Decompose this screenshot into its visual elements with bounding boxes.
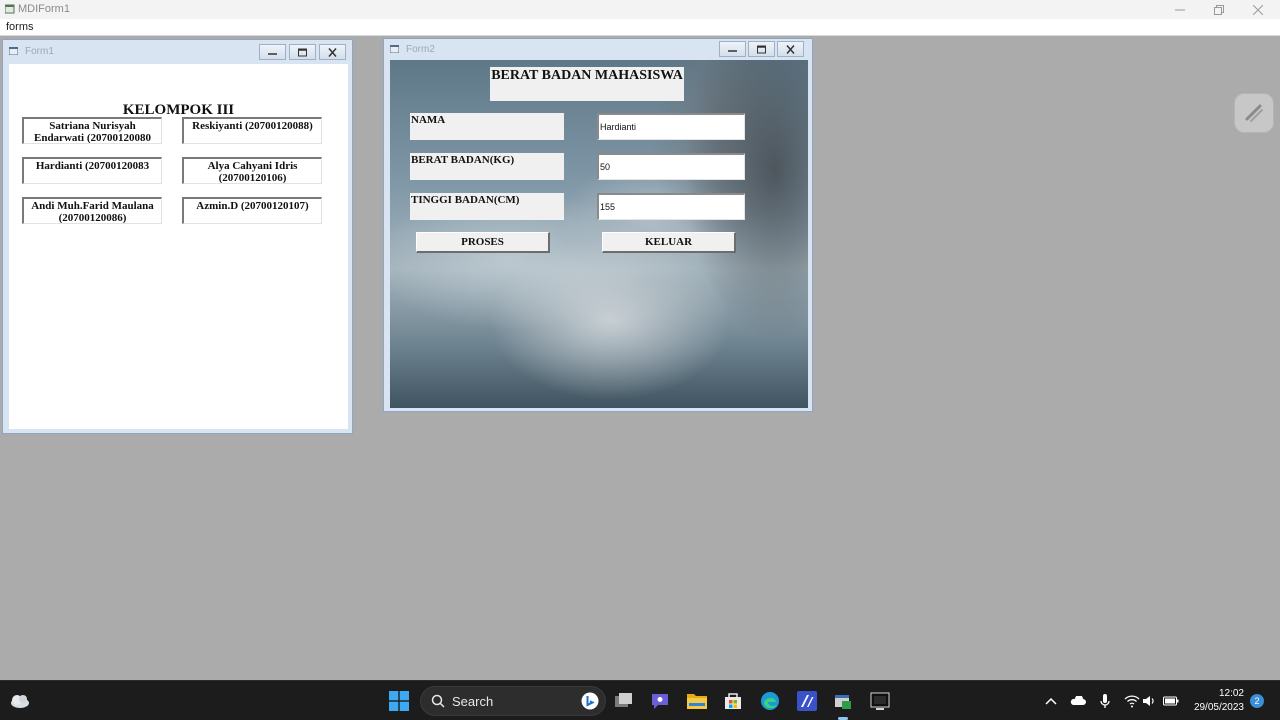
search-placeholder: Search	[452, 694, 494, 709]
form2-minimize-button[interactable]	[719, 41, 746, 57]
pen-icon	[1245, 104, 1263, 122]
taskbar: Search 12:02 29/05/2023 2	[0, 680, 1280, 720]
wifi-tray[interactable]	[1124, 693, 1140, 709]
microphone-icon	[1100, 694, 1110, 708]
bing-icon	[581, 692, 599, 710]
height-field[interactable]	[597, 193, 745, 220]
visual-studio-icon	[797, 691, 817, 711]
form2-maximize-button[interactable]	[748, 41, 775, 57]
microsoft-store-icon	[725, 693, 741, 709]
member-label: Azmin.D (20700120107)	[182, 197, 322, 224]
name-field[interactable]	[597, 113, 745, 140]
minimize-icon	[1175, 9, 1185, 10]
wifi-icon	[1124, 695, 1140, 708]
form1-close-button[interactable]	[319, 44, 346, 60]
form2-window: Form2 BERAT BADAN MAHASISWA NAMA BERAT B…	[383, 38, 813, 412]
menu-bar: forms	[0, 19, 1280, 36]
clock-time[interactable]: 12:02	[1198, 688, 1244, 699]
form2-heading: BERAT BADAN MAHASISWA	[490, 67, 684, 101]
form1-minimize-button[interactable]	[259, 44, 286, 60]
show-hidden-icons-button[interactable]	[1043, 693, 1059, 709]
battery-tray[interactable]	[1163, 693, 1179, 709]
weather-widget[interactable]	[8, 689, 32, 713]
teams-chat-icon	[652, 694, 668, 709]
form-icon	[9, 47, 18, 55]
minimize-icon	[728, 49, 737, 52]
mdi-title: MDIForm1	[18, 3, 70, 15]
minimize-icon	[268, 52, 277, 55]
form2-title: Form2	[406, 44, 435, 55]
form1-titlebar[interactable]: Form1	[3, 40, 352, 62]
teams-chat-button[interactable]	[648, 689, 672, 713]
restore-icon	[1214, 4, 1224, 15]
weather-icon	[11, 695, 29, 708]
chevron-up-icon	[1045, 697, 1057, 705]
form1-maximize-button[interactable]	[289, 44, 316, 60]
close-button[interactable]	[1238, 0, 1278, 19]
height-label: TINGGI BADAN(CM)	[410, 193, 564, 220]
name-label: NAMA	[410, 113, 564, 140]
start-button[interactable]	[387, 689, 411, 713]
form1-client: KELOMPOK III Satriana Nurisyah Endarwati…	[9, 64, 348, 429]
microphone-tray[interactable]	[1097, 693, 1113, 709]
app-button[interactable]	[868, 689, 892, 713]
edge-button[interactable]	[758, 689, 782, 713]
minimize-button[interactable]	[1160, 0, 1200, 19]
close-icon	[1253, 4, 1263, 15]
member-label: Hardianti (20700120083	[22, 157, 162, 184]
volume-tray[interactable]	[1142, 693, 1158, 709]
app-icon	[5, 4, 15, 14]
maximize-icon	[757, 45, 766, 53]
task-view-button[interactable]	[612, 689, 636, 713]
form1-window: Form1 KELOMPOK III Satriana Nurisyah End…	[2, 39, 353, 434]
close-icon	[786, 44, 795, 54]
task-view-icon	[615, 693, 632, 707]
volume-icon	[1143, 696, 1154, 706]
clock-date[interactable]: 29/05/2023	[1186, 702, 1244, 713]
floating-app-icon[interactable]	[1235, 94, 1273, 132]
file-explorer-icon	[687, 694, 707, 709]
windows-start-icon	[389, 691, 409, 711]
menu-forms[interactable]: forms	[6, 21, 34, 33]
close-icon	[328, 47, 337, 57]
taskbar-search[interactable]: Search	[420, 686, 606, 716]
restore-button[interactable]	[1199, 0, 1239, 19]
maximize-icon	[298, 48, 307, 56]
member-label: Alya Cahyani Idris (20700120106)	[182, 157, 322, 184]
form2-client: BERAT BADAN MAHASISWA NAMA BERAT BADAN(K…	[390, 60, 808, 408]
form1-title: Form1	[25, 46, 54, 57]
microsoft-store-button[interactable]	[721, 689, 745, 713]
search-icon	[431, 694, 445, 708]
vb6-ide-icon	[835, 695, 851, 709]
app-icon	[870, 692, 890, 710]
exit-button[interactable]: KELUAR	[602, 232, 736, 253]
member-label: Andi Muh.Farid Maulana (20700120086)	[22, 197, 162, 224]
weight-field[interactable]	[597, 153, 745, 180]
member-label: Satriana Nurisyah Endarwati (20700120080	[22, 117, 162, 144]
battery-icon	[1163, 696, 1179, 706]
visual-studio-button[interactable]	[795, 689, 819, 713]
file-explorer-button[interactable]	[685, 689, 709, 713]
onedrive-tray[interactable]	[1070, 693, 1086, 709]
vb6-ide-button[interactable]	[831, 689, 855, 713]
form2-close-button[interactable]	[777, 41, 804, 57]
mdi-titlebar: MDIForm1	[0, 0, 1280, 19]
form-icon	[390, 45, 399, 53]
notification-badge[interactable]: 2	[1250, 694, 1264, 708]
edge-icon	[761, 692, 779, 710]
process-button[interactable]: PROSES	[416, 232, 550, 253]
cloud-icon	[1070, 696, 1086, 705]
weight-label: BERAT BADAN(KG)	[410, 153, 564, 180]
form2-titlebar[interactable]: Form2	[384, 39, 812, 61]
member-label: Reskiyanti (20700120088)	[182, 117, 322, 144]
